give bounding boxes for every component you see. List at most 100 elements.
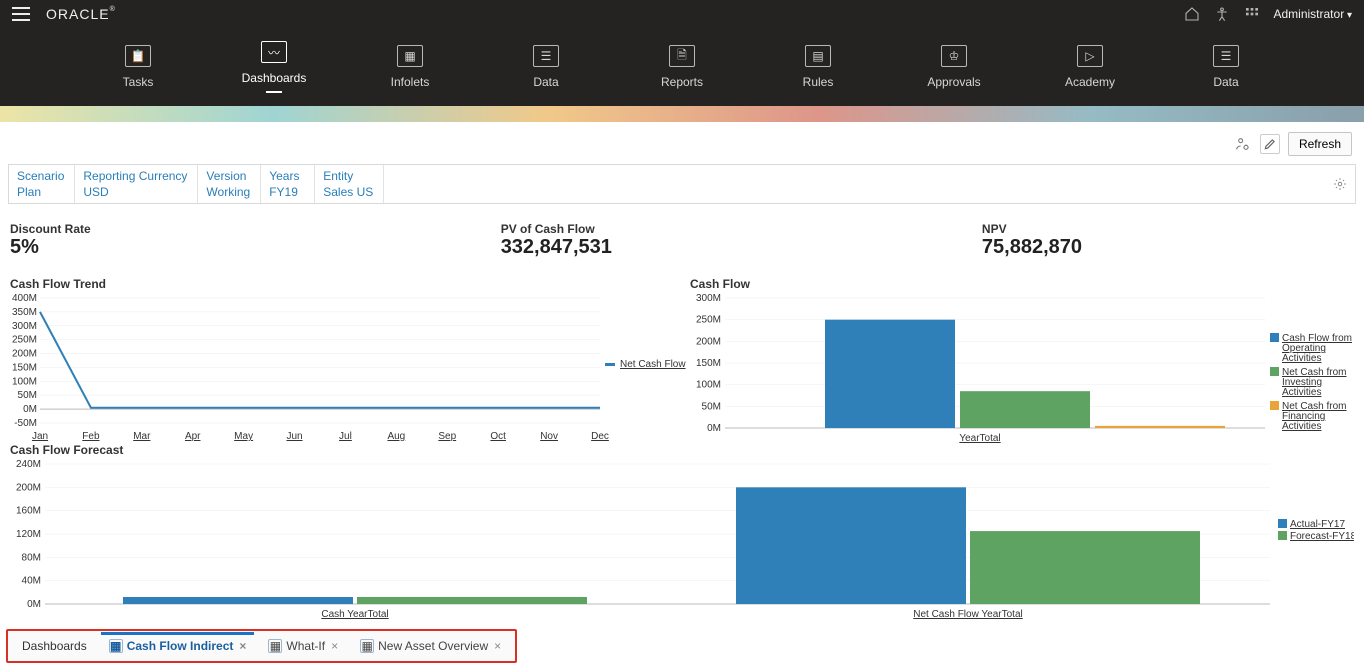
svg-text:0M: 0M bbox=[27, 599, 41, 610]
legend-actual[interactable]: Actual-FY17 bbox=[1290, 519, 1345, 530]
pov-settings-icon[interactable] bbox=[1331, 175, 1349, 193]
close-icon[interactable]: × bbox=[494, 639, 501, 653]
legend-op[interactable]: Cash Flow fromOperatingActivities bbox=[1282, 333, 1352, 364]
svg-text:May: May bbox=[234, 431, 253, 442]
nav-reports[interactable]: 🗎Reports bbox=[643, 45, 721, 89]
user-menu[interactable]: Administrator bbox=[1274, 7, 1353, 21]
svg-text:Oct: Oct bbox=[490, 431, 506, 442]
nav-tasks[interactable]: 📋Tasks bbox=[99, 45, 177, 89]
svg-text:120M: 120M bbox=[16, 529, 41, 540]
apps-icon[interactable] bbox=[1244, 6, 1260, 22]
pov-reporting-currency[interactable]: Reporting CurrencyUSD bbox=[75, 165, 198, 203]
bottom-tabs: Dashboards ▦ Cash Flow Indirect × ▦ What… bbox=[6, 629, 517, 663]
rules-icon: ▤ bbox=[805, 45, 831, 67]
tab-what-if[interactable]: ▦ What-If × bbox=[260, 635, 346, 657]
tab-cash-flow-indirect[interactable]: ▦ Cash Flow Indirect × bbox=[101, 632, 255, 657]
svg-text:250M: 250M bbox=[696, 315, 721, 326]
chart-cash-flow: Cash Flow 0M 50M 100M 150M 200M 250M 300M Year… bbox=[690, 277, 1360, 443]
accessibility-icon[interactable] bbox=[1214, 6, 1230, 22]
kpi-row: Discount Rate 5% PV of Cash Flow 332,847… bbox=[10, 222, 1354, 259]
svg-text:40M: 40M bbox=[22, 576, 41, 587]
svg-text:0M: 0M bbox=[23, 404, 37, 415]
dashboards-icon: 〰 bbox=[261, 41, 287, 63]
pov-bar: ScenarioPlan Reporting CurrencyUSD Versi… bbox=[8, 164, 1356, 204]
chart-title: Cash Flow Trend bbox=[10, 277, 690, 291]
svg-text:80M: 80M bbox=[22, 552, 41, 563]
data-icon: ☰ bbox=[533, 45, 559, 67]
chart-title: Cash Flow Forecast bbox=[10, 443, 1354, 457]
nav-approvals[interactable]: ♔Approvals bbox=[915, 45, 993, 89]
tab-new-asset-overview[interactable]: ▦ New Asset Overview × bbox=[352, 635, 509, 657]
pov-version[interactable]: VersionWorking bbox=[198, 165, 261, 203]
pov-years[interactable]: YearsFY19 bbox=[261, 165, 315, 203]
svg-text:100M: 100M bbox=[12, 376, 37, 387]
dashboard-content: Discount Rate 5% PV of Cash Flow 332,847… bbox=[0, 204, 1364, 625]
infolets-icon: ▦ bbox=[397, 45, 423, 67]
svg-text:Mar: Mar bbox=[133, 431, 151, 442]
refresh-button[interactable]: Refresh bbox=[1288, 132, 1352, 156]
svg-text:Dec: Dec bbox=[591, 431, 609, 442]
svg-text:250M: 250M bbox=[12, 335, 37, 346]
menu-icon[interactable] bbox=[12, 7, 30, 21]
pov-entity[interactable]: EntitySales US bbox=[315, 165, 384, 203]
nav-dashboards[interactable]: 〰Dashboards bbox=[235, 41, 313, 93]
svg-text:200M: 200M bbox=[12, 349, 37, 360]
kpi-discount-rate: Discount Rate 5% bbox=[10, 222, 91, 259]
forecast-chart-svg: 0M40M80M120M160M200M240M Cash YearTotal … bbox=[10, 459, 1354, 619]
svg-text:Aug: Aug bbox=[387, 431, 405, 442]
close-icon[interactable]: × bbox=[239, 639, 246, 653]
svg-text:150M: 150M bbox=[696, 358, 721, 369]
svg-text:Jun: Jun bbox=[286, 431, 302, 442]
kpi-npv: NPV 75,882,870 bbox=[982, 222, 1082, 259]
tab-icon: ▦ bbox=[268, 639, 282, 653]
tab-icon: ▦ bbox=[109, 639, 123, 653]
ribbon-strip bbox=[0, 106, 1364, 122]
x-label-netcashflow-yeartotal: Net Cash Flow YearTotal bbox=[913, 609, 1023, 619]
bar-chart-svg: 0M 50M 100M 150M 200M 250M 300M YearTotal Cash… bbox=[690, 293, 1360, 443]
chart-cash-flow-trend: Cash Flow Trend -50M 0M 50M 100M 150M 200M 250… bbox=[10, 277, 690, 443]
svg-text:200M: 200M bbox=[16, 482, 41, 493]
x-label-cash-yeartotal: Cash YearTotal bbox=[321, 609, 388, 619]
topbar: ORACLE® Administrator bbox=[0, 0, 1364, 28]
chart-cash-flow-forecast: Cash Flow Forecast 0M40M80M120M160M200M2… bbox=[10, 443, 1354, 619]
svg-text:50M: 50M bbox=[702, 401, 721, 412]
svg-text:160M: 160M bbox=[16, 506, 41, 517]
legend-inv[interactable]: Net Cash fromInvestingActivities bbox=[1282, 367, 1346, 398]
svg-text:Nov: Nov bbox=[540, 431, 558, 442]
reports-icon: 🗎 bbox=[669, 45, 695, 67]
nav-infolets[interactable]: ▦Infolets bbox=[371, 45, 449, 89]
legend-net-cash-flow[interactable]: Net Cash Flow bbox=[620, 359, 686, 370]
kpi-pv-cash-flow: PV of Cash Flow 332,847,531 bbox=[501, 222, 612, 259]
home-icon[interactable] bbox=[1184, 6, 1200, 22]
svg-text:300M: 300M bbox=[696, 293, 721, 304]
svg-text:100M: 100M bbox=[696, 380, 721, 391]
legend-forecast[interactable]: Forecast-FY18 bbox=[1290, 531, 1354, 542]
tab-dashboards-home[interactable]: Dashboards bbox=[14, 635, 95, 657]
edit-icon[interactable] bbox=[1260, 134, 1280, 154]
svg-text:0M: 0M bbox=[707, 423, 721, 434]
nav-rules[interactable]: ▤Rules bbox=[779, 45, 857, 89]
oracle-logo: ORACLE® bbox=[46, 6, 116, 22]
line-chart-svg: -50M0M50M100M150M200M250M300M350M400M Ja… bbox=[10, 293, 690, 443]
nav-data2[interactable]: ☰Data bbox=[1187, 45, 1265, 89]
svg-text:200M: 200M bbox=[696, 336, 721, 347]
nav-academy[interactable]: ▷Academy bbox=[1051, 45, 1129, 89]
legend-fin[interactable]: Net Cash fromFinancingActivities bbox=[1282, 401, 1346, 432]
svg-text:Apr: Apr bbox=[185, 431, 201, 442]
tab-icon: ▦ bbox=[360, 639, 374, 653]
tasks-icon: 📋 bbox=[125, 45, 151, 67]
svg-text:350M: 350M bbox=[12, 307, 37, 318]
svg-text:50M: 50M bbox=[18, 390, 37, 401]
pov-scenario[interactable]: ScenarioPlan bbox=[9, 165, 75, 203]
svg-text:Feb: Feb bbox=[82, 431, 100, 442]
close-icon[interactable]: × bbox=[331, 639, 338, 653]
svg-text:400M: 400M bbox=[12, 293, 37, 304]
nav-data[interactable]: ☰Data bbox=[507, 45, 585, 89]
svg-text:150M: 150M bbox=[12, 362, 37, 373]
chart-title: Cash Flow bbox=[690, 277, 1360, 291]
action-toolbar: Refresh bbox=[0, 122, 1364, 164]
svg-text:Sep: Sep bbox=[438, 431, 456, 442]
svg-text:-50M: -50M bbox=[14, 418, 37, 429]
user-pref-icon[interactable] bbox=[1232, 134, 1252, 154]
x-label-yeartotal: YearTotal bbox=[959, 433, 1000, 443]
